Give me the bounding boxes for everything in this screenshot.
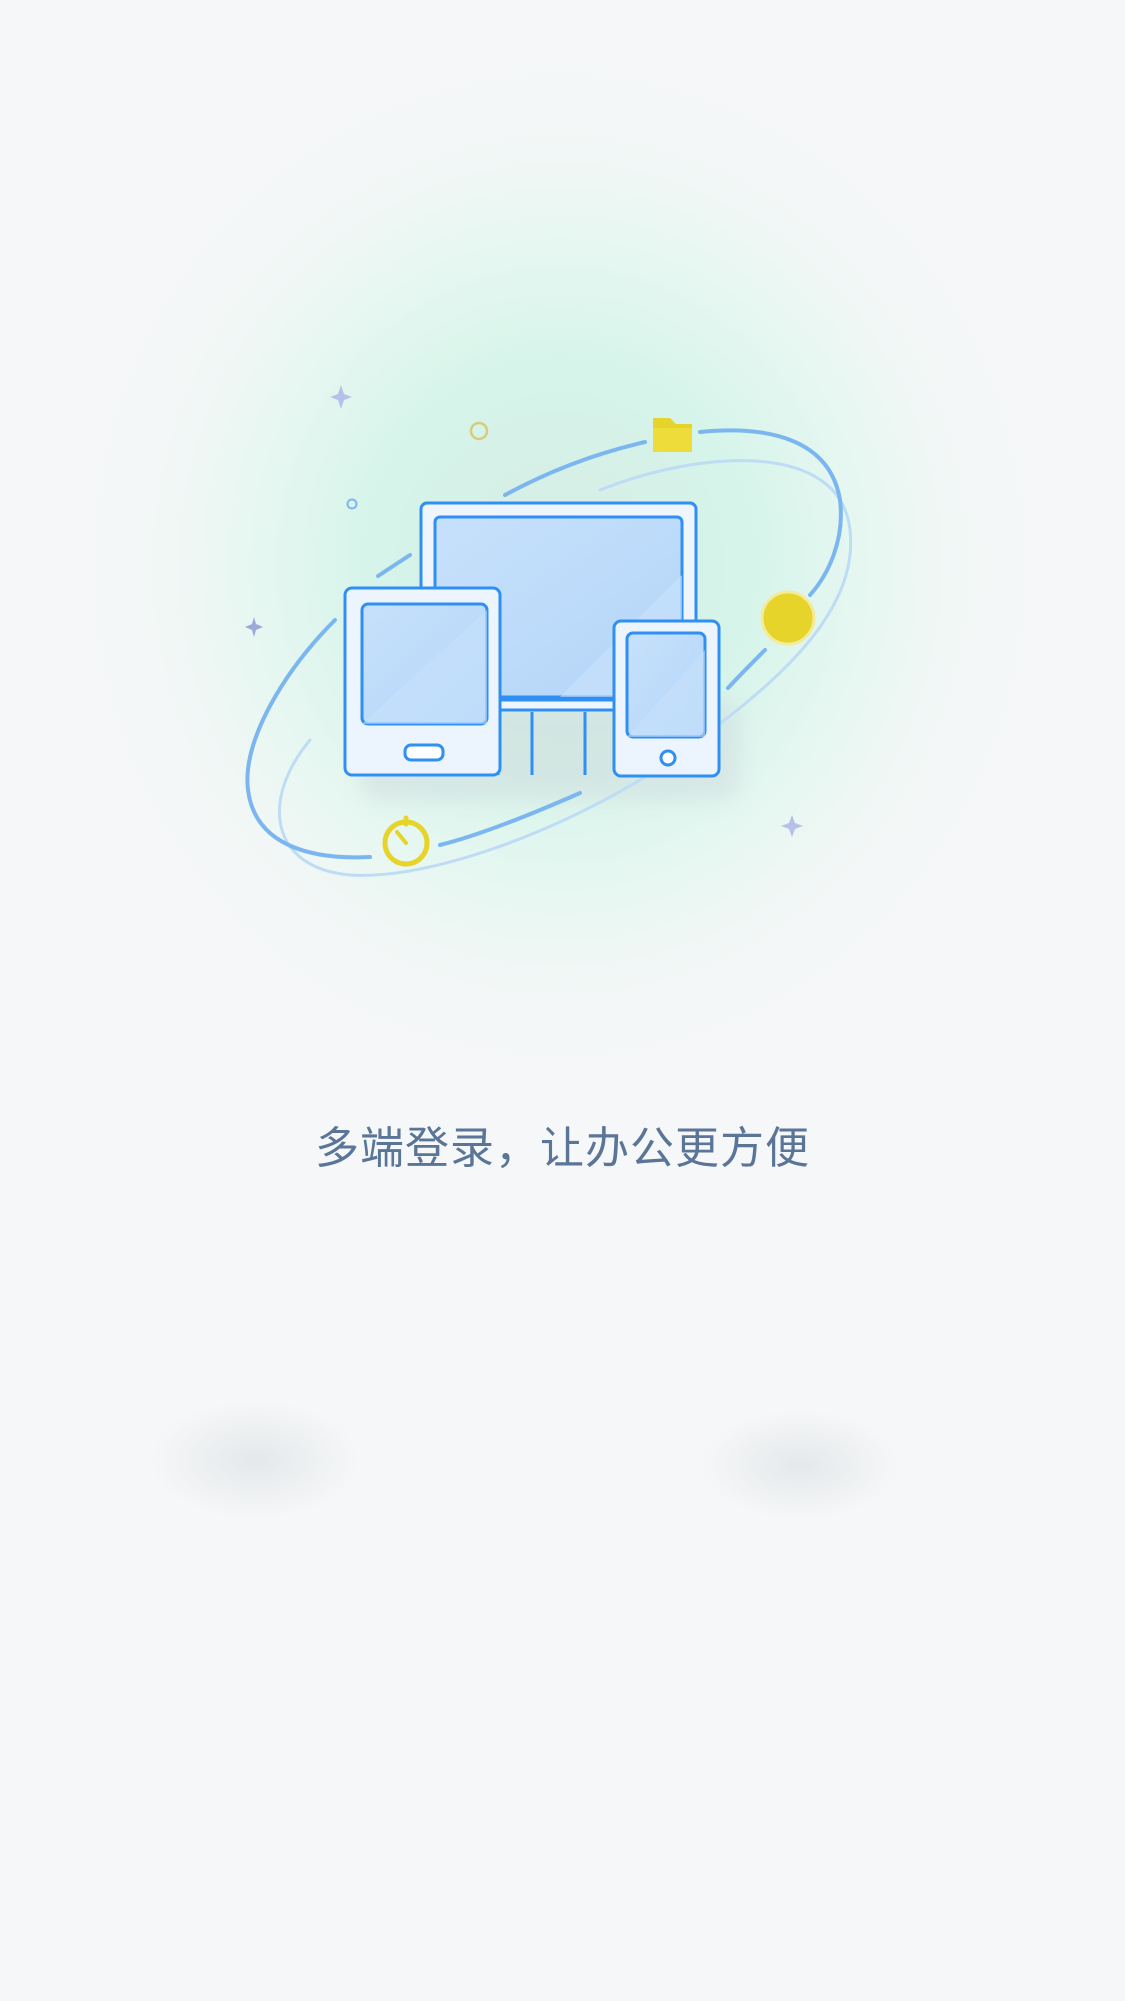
onboarding-tagline: 多端登录，让办公更方便 <box>315 1123 810 1174</box>
sparkle-icon <box>245 617 263 637</box>
blurred-decoration <box>150 1400 360 1520</box>
small-dot-icon <box>346 498 358 510</box>
blurred-decoration <box>700 1410 900 1520</box>
tablet-icon <box>343 586 502 777</box>
multi-device-illustration <box>245 385 853 877</box>
sparkle-icon <box>781 815 803 837</box>
coin-icon <box>760 590 816 646</box>
phone-icon <box>612 619 721 778</box>
small-ring-icon <box>469 421 489 441</box>
timer-icon <box>382 815 430 867</box>
onboarding-screen: 多端登录，让办公更方便 <box>0 0 1125 2001</box>
sparkle-icon <box>330 385 352 409</box>
folder-icon <box>653 418 692 452</box>
